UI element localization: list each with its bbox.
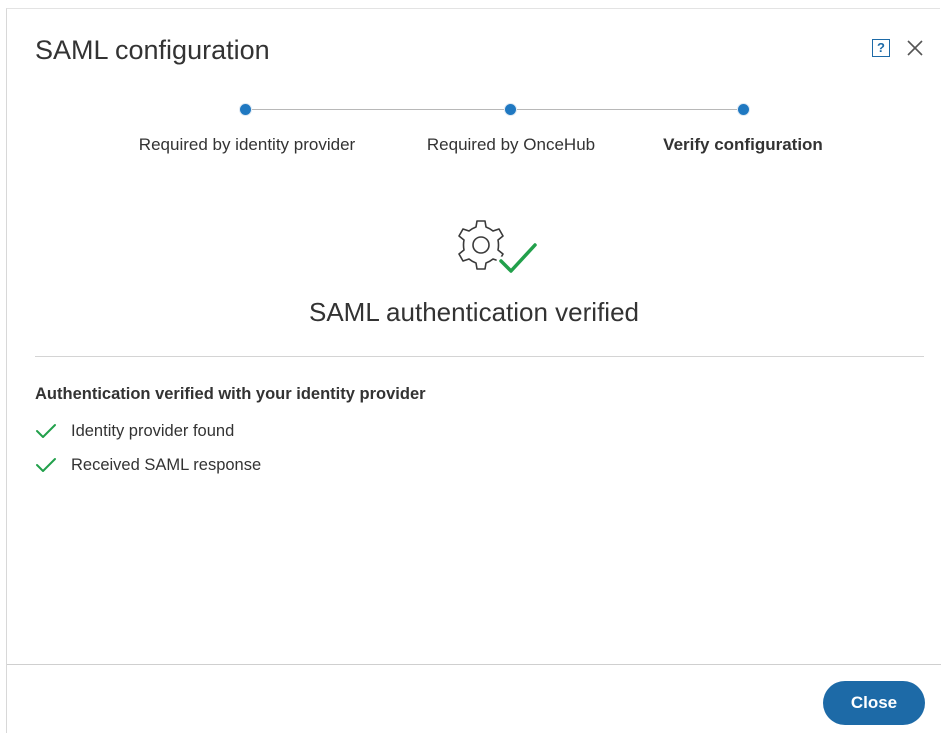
check-item-saml-response: Received SAML response (35, 453, 261, 477)
dialog-title: SAML configuration (35, 35, 270, 65)
step-label-identity-provider: Required by identity provider (138, 135, 356, 154)
saml-configuration-dialog: SAML configuration ? Required by identit… (6, 8, 941, 733)
step-dot-identity-provider (239, 103, 252, 116)
configuration-stepper: Required by identity provider Required b… (7, 101, 941, 161)
gear-check-icon (458, 220, 540, 276)
step-label-oncehub: Required by OnceHub (426, 135, 596, 154)
close-button[interactable]: Close (823, 681, 925, 725)
check-item-label: Received SAML response (71, 455, 262, 474)
check-item-label: Identity provider found (71, 421, 235, 440)
close-icon[interactable] (904, 37, 926, 59)
step-label-verify: Verify configuration (663, 135, 823, 154)
check-item-identity-provider: Identity provider found (35, 419, 234, 443)
step-dot-oncehub (504, 103, 517, 116)
footer-divider (7, 664, 941, 665)
check-icon (36, 424, 56, 438)
verification-heading: SAML authentication verified (308, 297, 639, 327)
step-dot-verify (737, 103, 750, 116)
help-icon[interactable]: ? (872, 39, 890, 57)
details-title: Authentication verified with your identi… (35, 385, 426, 403)
stepper-connector (510, 109, 743, 110)
check-icon (36, 458, 56, 472)
stepper-connector (252, 109, 510, 110)
section-divider (35, 356, 924, 357)
